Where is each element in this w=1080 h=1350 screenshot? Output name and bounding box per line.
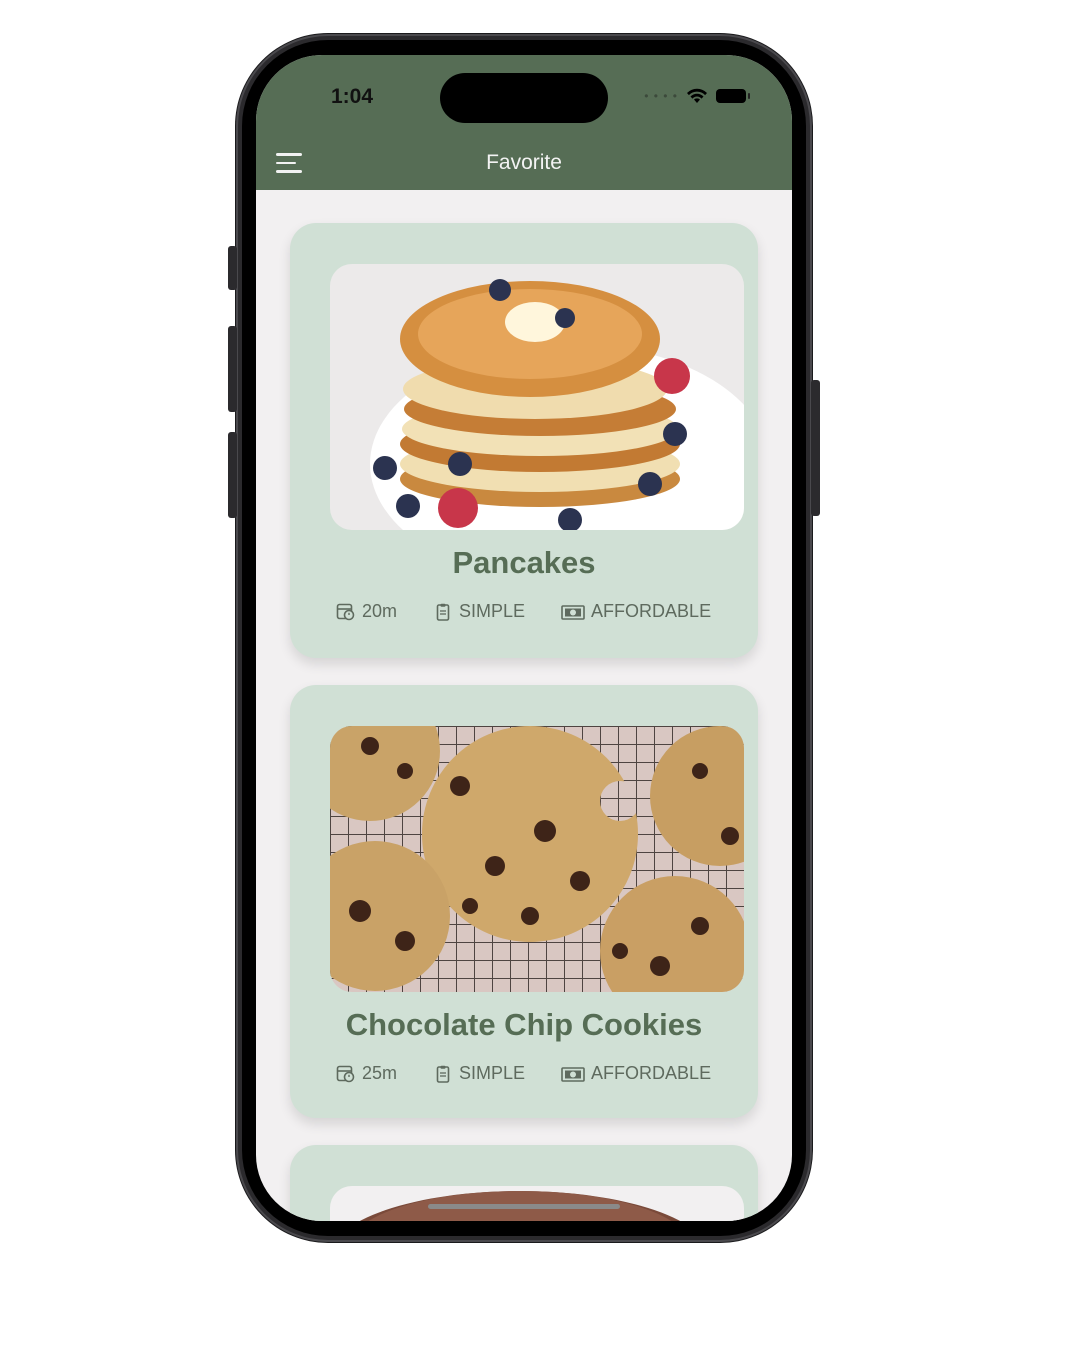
complexity-label: SIMPLE	[459, 601, 526, 621]
affordability-item: AFFORDABLE	[561, 601, 711, 622]
duration-item: 20m	[336, 601, 397, 622]
app-screen: 1:04 • • • • Favorite Pancakes 20m SIMPL…	[256, 55, 792, 1221]
affordability-label: AFFORDABLE	[591, 1063, 712, 1083]
dynamic-island	[440, 73, 608, 123]
battery-icon	[716, 89, 750, 103]
app-header: 1:04 • • • • Favorite	[256, 55, 792, 190]
wifi-icon	[687, 88, 707, 103]
meal-card-chocolate-chip-cookies[interactable]: Chocolate Chip Cookies 25m SIMPLE AFFORD…	[290, 685, 758, 1118]
affordability-label: AFFORDABLE	[591, 601, 712, 621]
duration-label: 20m	[362, 601, 398, 621]
power-button	[811, 380, 820, 516]
meal-title: Pancakes	[452, 545, 596, 580]
chocolate-chip-cookies-photo	[330, 726, 744, 992]
meal-meta: 25m SIMPLE AFFORDABLE	[336, 1063, 711, 1084]
complexity-label: SIMPLE	[459, 1063, 526, 1083]
status-time: 1:04	[331, 85, 374, 108]
affordability-item: AFFORDABLE	[561, 1063, 711, 1084]
meal-meta: 20m SIMPLE AFFORDABLE	[336, 601, 711, 622]
money-icon	[561, 1066, 585, 1082]
volume-down-button	[228, 432, 237, 518]
meal-title: Chocolate Chip Cookies	[345, 1007, 703, 1042]
complexity-item: SIMPLE	[433, 601, 525, 622]
home-indicator[interactable]	[428, 1204, 620, 1209]
status-icons: • • • •	[644, 88, 750, 104]
timer-icon	[336, 603, 355, 620]
complexity-item: SIMPLE	[433, 1063, 525, 1084]
duration-label: 25m	[362, 1063, 398, 1083]
duration-item: 25m	[336, 1063, 397, 1084]
clipboard-icon	[436, 1065, 450, 1083]
clipboard-icon	[436, 603, 450, 621]
silent-switch	[228, 246, 237, 290]
page-title: Favorite	[486, 151, 562, 174]
meal-card-pancakes[interactable]: Pancakes 20m SIMPLE AFFORDABLE	[290, 223, 758, 658]
money-icon	[561, 604, 585, 620]
cellular-dots-icon: • • • •	[644, 89, 678, 103]
meal-card-third[interactable]	[290, 1145, 758, 1221]
volume-up-button	[228, 326, 237, 412]
pancakes-photo	[330, 264, 744, 530]
timer-icon	[336, 1065, 355, 1082]
